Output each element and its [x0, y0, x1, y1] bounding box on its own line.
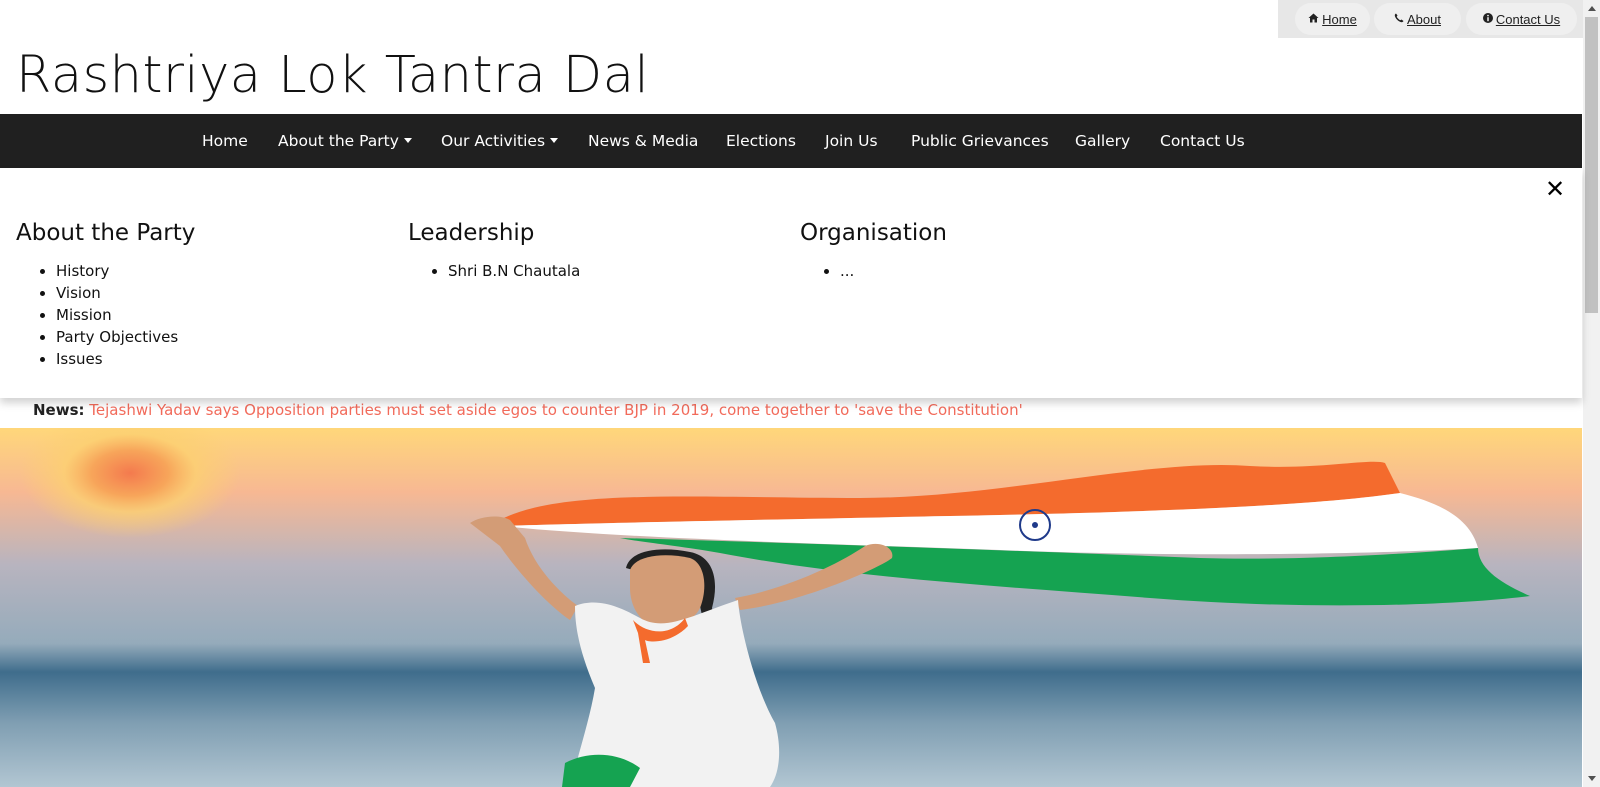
nav-item-label: Public Grievances	[911, 132, 1049, 150]
nav-item-public-grievances[interactable]: Public Grievances	[911, 114, 1049, 168]
close-icon[interactable]: ✕	[1545, 174, 1565, 204]
scroll-up-icon[interactable]	[1583, 0, 1600, 17]
top-link-about-label: About	[1407, 11, 1441, 27]
mega-menu-link-vision[interactable]: Vision	[56, 282, 195, 304]
main-nav: Home About the Party Our Activities News…	[0, 114, 1582, 168]
top-utility-links: Home About Contact Us	[1278, 0, 1583, 38]
mega-menu-link-mission[interactable]: Mission	[56, 304, 195, 326]
nav-item-label: Our Activities	[441, 132, 546, 150]
home-icon	[1308, 13, 1319, 26]
mega-menu-heading: Organisation	[800, 220, 947, 246]
info-circle-icon	[1482, 12, 1493, 26]
nav-item-label: Contact Us	[1160, 132, 1245, 150]
scroll-down-icon[interactable]	[1583, 770, 1600, 787]
nav-item-about-the-party[interactable]: About the Party	[278, 114, 412, 168]
news-label: News:	[33, 401, 85, 419]
nav-item-gallery[interactable]: Gallery	[1075, 114, 1130, 168]
mega-menu-heading: Leadership	[408, 220, 535, 246]
top-link-contact[interactable]: Contact Us	[1466, 3, 1577, 35]
mega-menu-link-party-objectives[interactable]: Party Objectives	[56, 326, 195, 348]
mega-menu-list: ...	[800, 260, 947, 282]
nav-item-label: Gallery	[1075, 132, 1131, 150]
mega-menu-link-bn-chautala[interactable]: Shri B.N Chautala	[448, 260, 580, 282]
caret-down-icon	[403, 138, 412, 143]
mega-menu-link-ellipsis[interactable]: ...	[840, 260, 947, 282]
vertical-scrollbar[interactable]	[1583, 0, 1600, 787]
nav-item-home[interactable]: Home	[202, 114, 248, 168]
mega-menu-about-the-party: ✕ About the Party History Vision Mission…	[0, 168, 1582, 398]
nav-item-contact-us[interactable]: Contact Us	[1160, 114, 1245, 168]
top-link-contact-label: Contact Us	[1495, 11, 1561, 27]
top-link-home[interactable]: Home	[1295, 3, 1370, 35]
nav-item-label: Home	[202, 132, 248, 150]
nav-item-label: Join Us	[825, 132, 878, 150]
mega-menu-link-issues[interactable]: Issues	[56, 348, 195, 370]
top-link-about[interactable]: About	[1374, 3, 1461, 35]
nav-item-label: About the Party	[278, 132, 399, 150]
mega-menu-column-leadership: Leadership Shri B.N Chautala	[408, 218, 580, 282]
phone-icon	[1394, 13, 1404, 26]
mega-menu-list: Shri B.N Chautala	[408, 260, 580, 282]
nav-item-label: News & Media	[588, 132, 699, 150]
hero-illustration	[0, 428, 1582, 787]
nav-item-join-us[interactable]: Join Us	[825, 114, 878, 168]
mega-menu-link-history[interactable]: History	[56, 260, 195, 282]
mega-menu-list: History Vision Mission Party Objectives …	[16, 260, 195, 370]
news-ticker: News: Tejashwi Yadav says Opposition par…	[33, 399, 1023, 421]
nav-item-elections[interactable]: Elections	[726, 114, 796, 168]
scrollbar-thumb[interactable]	[1585, 17, 1598, 313]
top-link-home-label: Home	[1322, 11, 1357, 27]
site-title[interactable]: Rashtriya Lok Tantra Dal	[16, 46, 649, 106]
nav-item-our-activities[interactable]: Our Activities	[441, 114, 559, 168]
caret-down-icon	[550, 138, 559, 143]
mega-menu-column-about: About the Party History Vision Mission P…	[16, 218, 195, 370]
nav-item-news-media[interactable]: News & Media	[588, 114, 698, 168]
mega-menu-column-organisation: Organisation ...	[800, 218, 947, 282]
mega-menu-heading: About the Party	[16, 220, 196, 246]
hero-banner	[0, 428, 1582, 787]
news-headline[interactable]: Tejashwi Yadav says Opposition parties m…	[89, 401, 1022, 419]
nav-item-label: Elections	[726, 132, 796, 150]
